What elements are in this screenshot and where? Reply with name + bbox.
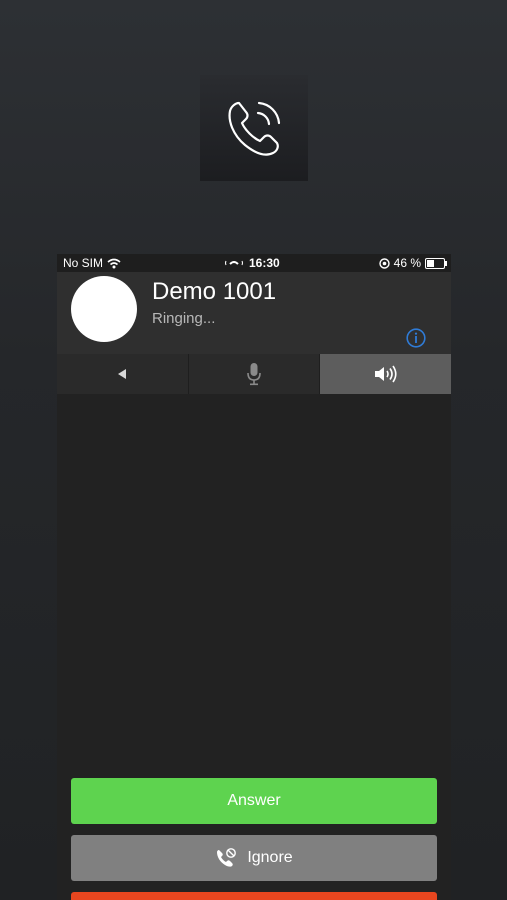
- speaker-button[interactable]: [320, 354, 451, 394]
- call-status: Ringing...: [152, 310, 216, 327]
- ignore-label: Ignore: [247, 849, 293, 866]
- battery-icon: [425, 257, 447, 269]
- caller-avatar: [71, 276, 137, 342]
- phone-screen: No SIM 16:30 46 % Demo 1001 Ringing... A…: [57, 254, 451, 900]
- caller-panel: Demo 1001 Ringing...: [57, 272, 451, 354]
- status-bar: No SIM 16:30 46 %: [57, 254, 451, 272]
- microphone-icon: [247, 363, 261, 386]
- status-time: 16:30: [249, 256, 280, 270]
- answer-label: Answer: [227, 792, 281, 809]
- triangle-left-icon: [118, 369, 127, 379]
- speaker-icon: [374, 365, 397, 383]
- call-active-icon: [225, 260, 243, 266]
- location-lock-icon: [378, 257, 390, 269]
- info-icon[interactable]: [406, 328, 426, 348]
- call-controls: [57, 354, 451, 394]
- phone-ignore-icon: [217, 848, 237, 867]
- battery-percent: 46 %: [393, 256, 421, 270]
- back-button[interactable]: [57, 354, 189, 394]
- carrier-label: No SIM: [63, 256, 104, 270]
- ignore-button[interactable]: Ignore: [71, 835, 437, 881]
- wifi-icon: [107, 258, 121, 268]
- app-phone-icon: [200, 75, 308, 181]
- phone-icon: [228, 101, 281, 156]
- answer-button[interactable]: Answer: [71, 778, 437, 824]
- decline-button[interactable]: [71, 892, 437, 900]
- caller-name: Demo 1001: [152, 278, 277, 305]
- mute-button[interactable]: [188, 354, 321, 394]
